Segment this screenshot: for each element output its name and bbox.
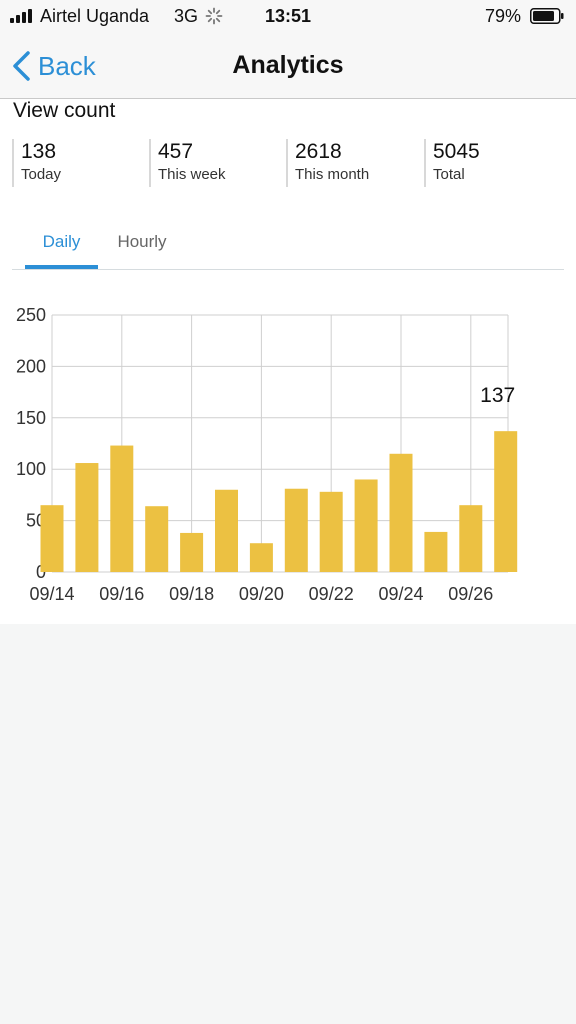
page-title: Analytics <box>232 51 344 79</box>
x-tick-label: 09/14 <box>29 584 74 604</box>
stat-label: This week <box>158 166 226 183</box>
tab-hourly[interactable]: Hourly <box>104 232 180 268</box>
bar-09/22 <box>319 491 343 572</box>
bar-09/15 <box>75 463 99 572</box>
bar-09/27 <box>494 431 518 572</box>
highlight-value-label: 137 <box>480 384 515 407</box>
bar-09/23 <box>354 479 378 572</box>
x-tick-label: 09/20 <box>239 584 284 604</box>
stat-this-month: 2618 This month <box>286 139 369 187</box>
bar-09/24 <box>389 453 413 572</box>
stat-label: This month <box>295 166 370 183</box>
stat-total: 5045 Total <box>424 139 480 187</box>
battery-icon <box>530 8 564 24</box>
stat-label: Today <box>21 166 62 183</box>
stat-value: 2618 <box>295 140 342 163</box>
daily-views-bar-chart: 05010015020025009/1409/1609/1809/2009/22… <box>16 305 518 604</box>
bar-09/20 <box>249 543 273 572</box>
stat-this-week: 457 This week <box>149 139 226 187</box>
y-tick-label: 150 <box>16 408 46 428</box>
stat-value: 138 <box>21 140 57 163</box>
bar-09/19 <box>215 489 238 572</box>
stat-value: 457 <box>158 140 194 163</box>
x-tick-label: 09/24 <box>378 584 423 604</box>
navigation-bar: Back Analytics <box>0 34 576 99</box>
x-tick-label: 09/16 <box>99 584 144 604</box>
tabs-divider <box>12 269 564 270</box>
bar-09/16 <box>110 445 134 572</box>
bar-09/17 <box>145 506 169 572</box>
analytics-content: View count 138 Today 457 This week 2618 … <box>0 99 576 624</box>
tab-daily[interactable]: Daily <box>25 232 98 268</box>
bar-09/21 <box>284 488 308 572</box>
status-bar: Airtel Uganda 3G 13:51 79% <box>0 0 576 34</box>
bar-09/26 <box>459 505 483 572</box>
battery-percent: 79% <box>484 6 521 26</box>
y-tick-label: 100 <box>16 459 46 479</box>
bar-09/18 <box>180 532 204 572</box>
x-tick-label: 09/26 <box>448 584 493 604</box>
stat-value: 5045 <box>433 140 480 163</box>
bar-09/25 <box>424 531 448 572</box>
stat-today: 138 Today <box>12 139 61 187</box>
y-tick-label: 200 <box>16 356 46 376</box>
x-tick-label: 09/18 <box>169 584 214 604</box>
bar-09/14 <box>40 505 64 572</box>
y-tick-label: 250 <box>16 305 46 325</box>
stat-label: Total <box>433 166 465 183</box>
x-tick-label: 09/22 <box>309 584 354 604</box>
view-count-title: View count <box>13 99 116 122</box>
